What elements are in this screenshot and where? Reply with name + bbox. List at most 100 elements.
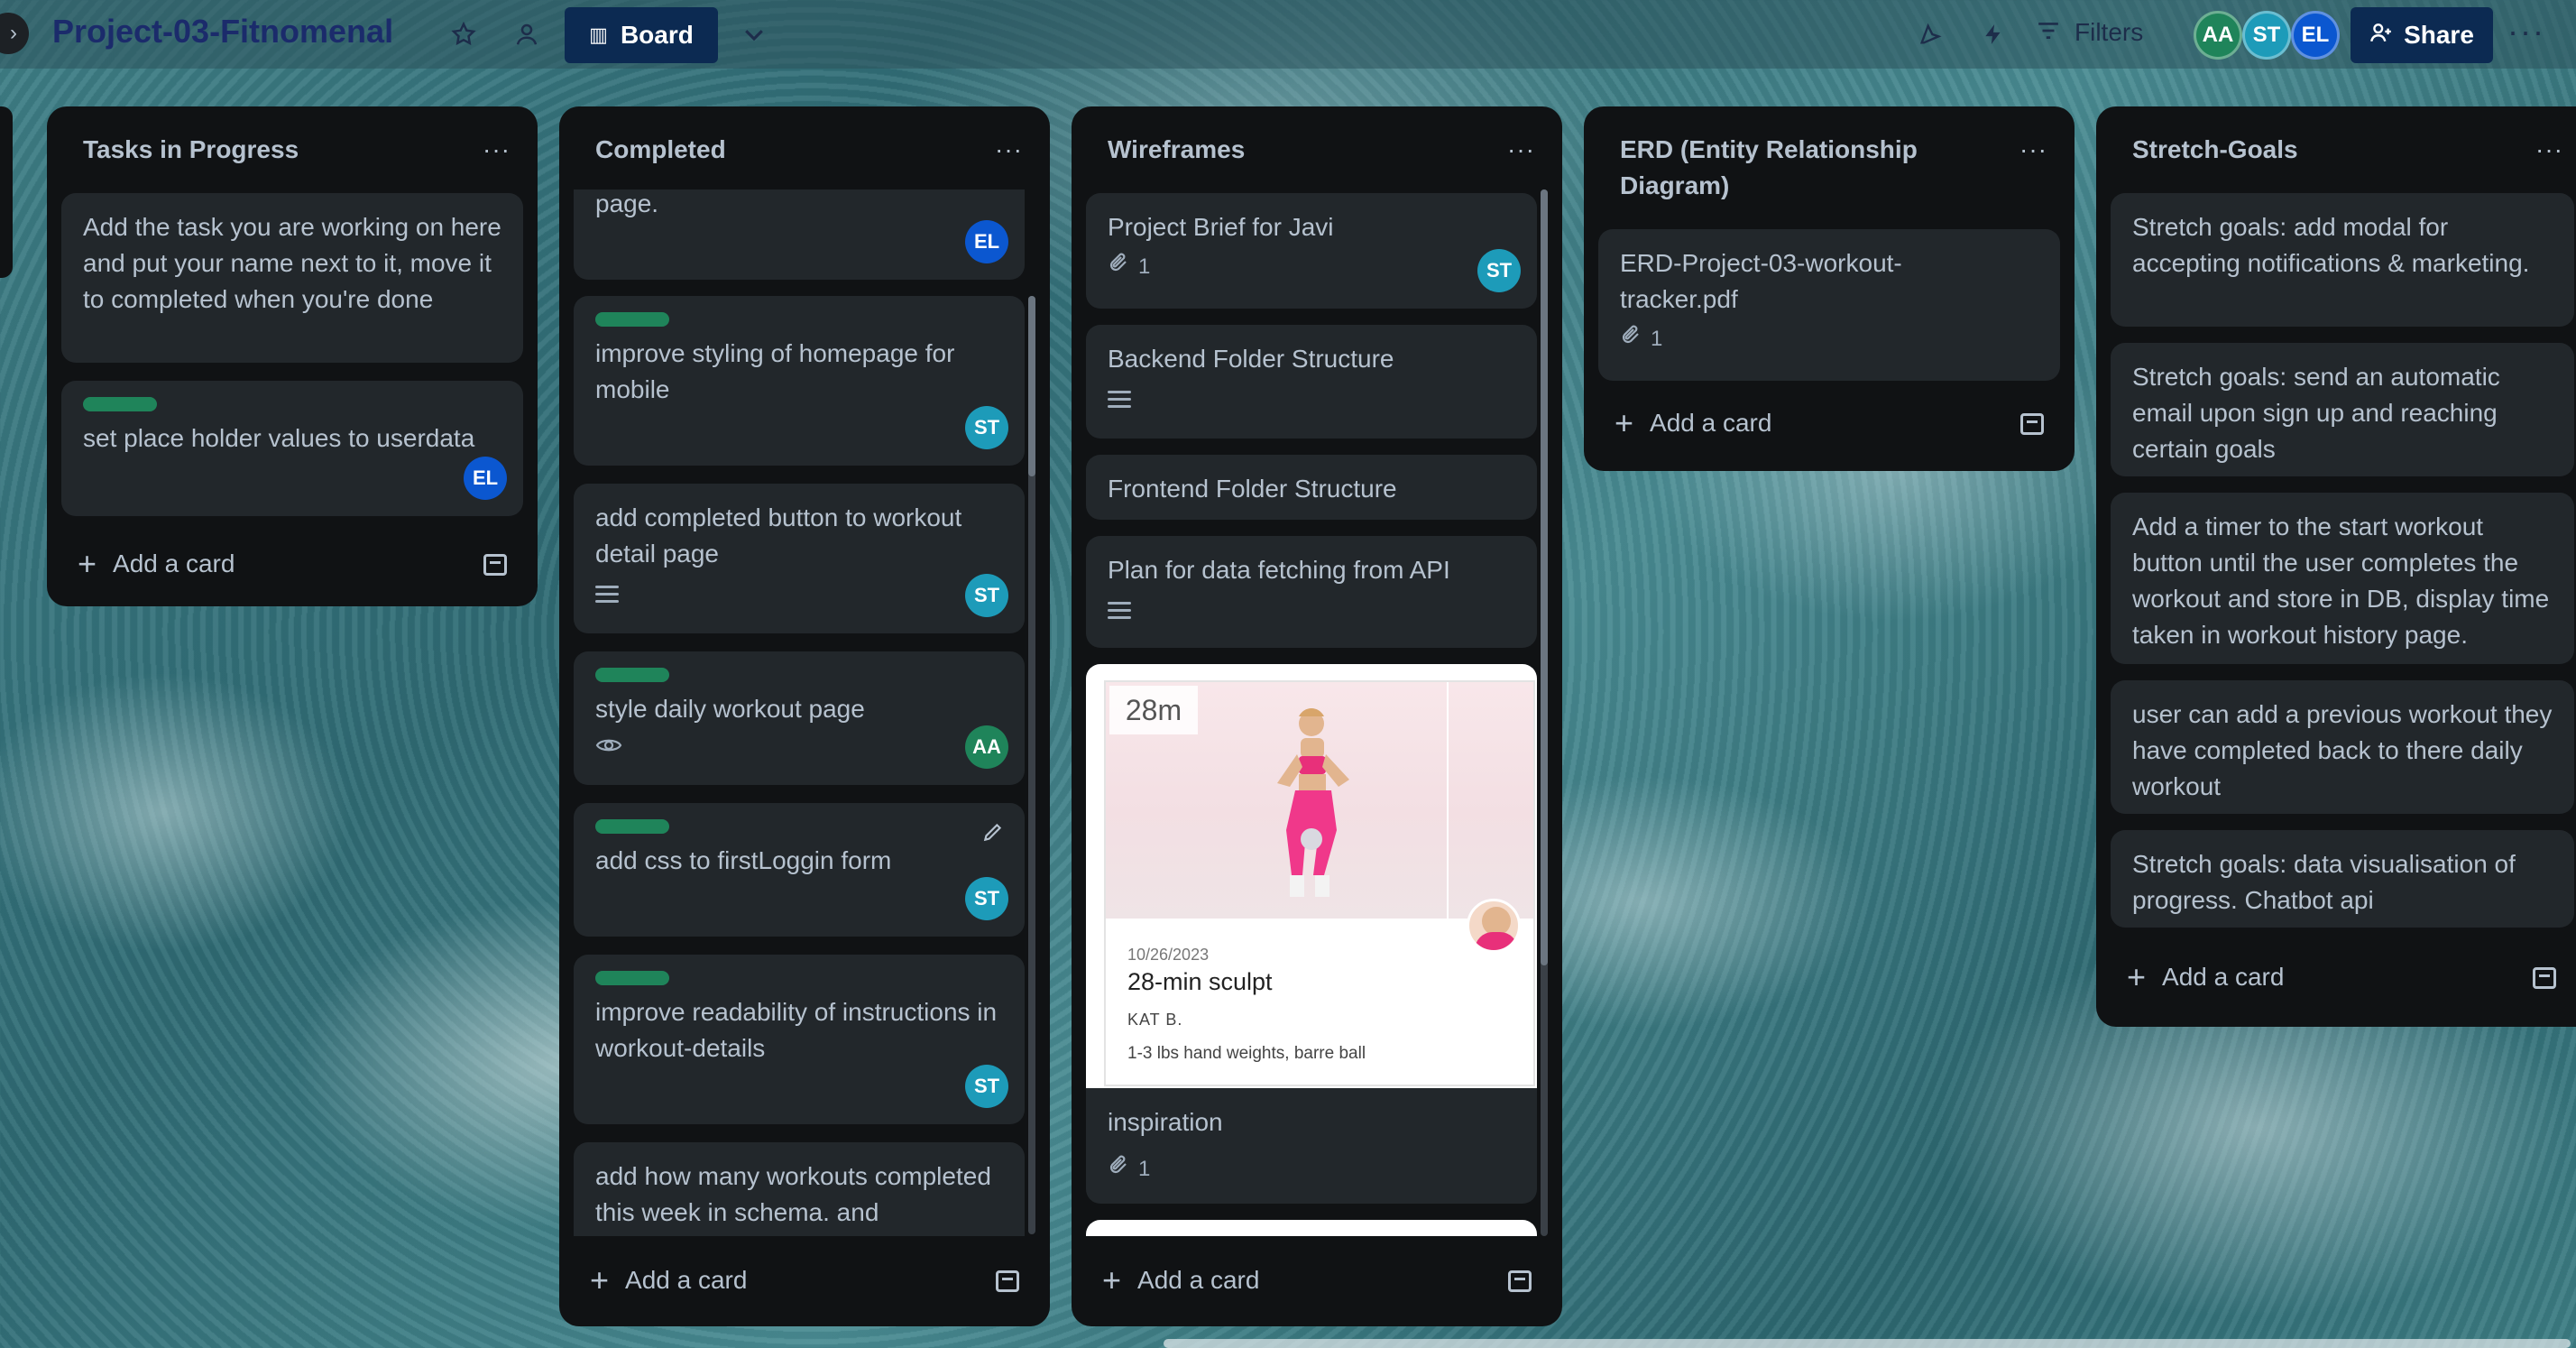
filter-icon bbox=[2037, 18, 2060, 47]
share-label: Share bbox=[2404, 21, 2474, 49]
create-from-template-icon[interactable] bbox=[2020, 413, 2044, 435]
list-menu-icon[interactable]: ··· bbox=[2535, 132, 2563, 168]
list-title[interactable]: Stretch-Goals bbox=[2132, 132, 2298, 168]
card[interactable]: Stretch goals: add modal for accepting n… bbox=[2111, 193, 2574, 327]
power-ups-icon[interactable] bbox=[1912, 16, 1948, 52]
board-menu-icon[interactable]: ··· bbox=[2507, 13, 2545, 51]
card[interactable]: add css to firstLoggin form ST bbox=[574, 803, 1025, 937]
card[interactable]: ERD-Project-03-workout-tracker.pdf 1 bbox=[1598, 229, 2060, 381]
card-member-avatar[interactable]: AA bbox=[965, 725, 1008, 769]
edit-pencil-icon[interactable] bbox=[981, 817, 1005, 854]
card-title: add how many workouts completed this wee… bbox=[595, 1162, 991, 1236]
plus-icon: + bbox=[1102, 1261, 1122, 1298]
card[interactable]: user can add a previous workout they hav… bbox=[2111, 680, 2574, 814]
scrollbar-thumb[interactable] bbox=[1541, 189, 1548, 965]
attachment-icon bbox=[1108, 249, 1129, 285]
card-title: user can add a previous workout they hav… bbox=[2132, 700, 2553, 800]
list-menu-icon[interactable]: ··· bbox=[995, 132, 1023, 168]
member-avatar-st[interactable]: ST bbox=[2242, 11, 2291, 60]
card-title: add css to firstLoggin form bbox=[595, 846, 892, 874]
card-member-avatar[interactable]: ST bbox=[965, 406, 1008, 449]
card[interactable]: page. EL bbox=[574, 189, 1025, 280]
card[interactable]: set place holder values to userdata EL bbox=[61, 381, 523, 516]
card[interactable]: add how many workouts completed this wee… bbox=[574, 1142, 1025, 1236]
add-card-button[interactable]: + Add a card bbox=[590, 1261, 747, 1299]
card-cover-image: 28m 10/26/2023 28-min sculpt KAT B. 1-3 … bbox=[1086, 664, 1537, 1088]
list-scrollbar[interactable] bbox=[1541, 189, 1548, 1236]
chevron-right-icon: › bbox=[10, 21, 17, 45]
card-badges bbox=[1108, 381, 1515, 417]
list-menu-icon[interactable]: ··· bbox=[1507, 132, 1535, 168]
filters-button[interactable]: Filters bbox=[2037, 18, 2143, 47]
card-member-avatar[interactable]: EL bbox=[965, 220, 1008, 263]
member-avatar-aa[interactable]: AA bbox=[2194, 11, 2242, 60]
list-title[interactable]: ERD (Entity Relationship Diagram) bbox=[1620, 132, 1981, 204]
card-member-avatar[interactable]: ST bbox=[965, 1065, 1008, 1108]
board-visibility-icon[interactable] bbox=[509, 16, 545, 52]
card-title: improve styling of homepage for mobile bbox=[595, 339, 955, 403]
card[interactable]: Backend Folder Structure bbox=[1086, 325, 1537, 439]
card-member-avatar[interactable]: EL bbox=[464, 457, 507, 500]
add-card-button[interactable]: + Add a card bbox=[2127, 958, 2284, 996]
card[interactable]: Stretch goals: data visualisation of pro… bbox=[2111, 830, 2574, 928]
chevron-down-icon[interactable] bbox=[736, 16, 772, 52]
description-icon bbox=[1108, 390, 1131, 408]
board-title[interactable]: Project-03-Fitnomenal bbox=[52, 13, 393, 51]
card-badges: 1 bbox=[1108, 249, 1515, 285]
card-badges bbox=[595, 576, 1003, 612]
card-with-cover[interactable]: 28m 10/26/2023 28-min sculpt KAT B. 1-3 … bbox=[1086, 664, 1537, 1204]
description-icon bbox=[595, 585, 619, 603]
add-card-button[interactable]: + Add a card bbox=[1615, 404, 1771, 442]
add-card-label: Add a card bbox=[1650, 409, 1772, 437]
card-label bbox=[83, 397, 157, 411]
list-title[interactable]: Completed bbox=[595, 132, 726, 168]
expand-sidebar-button[interactable]: › bbox=[0, 13, 29, 54]
card[interactable]: Frontend Folder Structure bbox=[1086, 455, 1537, 520]
list-header: Stretch-Goals ··· bbox=[2116, 106, 2576, 189]
plus-icon: + bbox=[78, 545, 97, 582]
card[interactable]: improve styling of homepage for mobile S… bbox=[574, 296, 1025, 466]
card[interactable]: Project Brief for Javi 1 ST bbox=[1086, 193, 1537, 309]
create-from-template-icon[interactable] bbox=[1508, 1270, 1532, 1292]
list-cards-scroll-area[interactable]: page. EL improve styling of homepage for… bbox=[574, 189, 1025, 1236]
attachment-icon bbox=[1620, 321, 1642, 357]
create-from-template-icon[interactable] bbox=[483, 554, 507, 576]
create-from-template-icon[interactable] bbox=[2533, 967, 2556, 989]
attachment-count: 1 bbox=[1138, 254, 1151, 279]
card[interactable]: Stretch goals: send an automatic email u… bbox=[2111, 343, 2574, 476]
star-icon[interactable] bbox=[446, 16, 482, 52]
create-from-template-icon[interactable] bbox=[996, 1270, 1019, 1292]
duration-badge: 28m bbox=[1109, 686, 1198, 734]
add-card-button[interactable]: + Add a card bbox=[78, 545, 235, 583]
workout-figure-icon bbox=[1277, 708, 1349, 897]
card-badges bbox=[1108, 592, 1515, 628]
list-cards-scroll-area[interactable]: Project Brief for Javi 1 ST Backend Fold… bbox=[1086, 189, 1537, 1236]
list-title[interactable]: Tasks in Progress bbox=[83, 132, 299, 168]
list-title[interactable]: Wireframes bbox=[1108, 132, 1245, 168]
board-horizontal-scrollbar[interactable] bbox=[1164, 1339, 2571, 1348]
card-member-avatar[interactable]: ST bbox=[965, 877, 1008, 920]
card-with-cover[interactable] bbox=[1086, 1220, 1537, 1236]
add-card-label: Add a card bbox=[1137, 1266, 1260, 1294]
card[interactable]: add completed button to workout detail p… bbox=[574, 484, 1025, 633]
card[interactable]: Add a timer to the start workout button … bbox=[2111, 493, 2574, 664]
list-menu-icon[interactable]: ··· bbox=[483, 132, 511, 168]
card[interactable]: style daily workout page AA bbox=[574, 651, 1025, 785]
list-tasks-in-progress: Tasks in Progress ··· Add the task you a… bbox=[47, 106, 538, 606]
board-view-button[interactable]: ▥ Board bbox=[565, 7, 718, 63]
list-menu-icon[interactable]: ··· bbox=[2019, 132, 2047, 168]
card-label bbox=[595, 971, 669, 985]
share-button[interactable]: Share bbox=[2351, 7, 2493, 63]
card[interactable]: Plan for data fetching from API bbox=[1086, 536, 1537, 648]
card-member-avatar[interactable]: ST bbox=[1477, 249, 1521, 292]
card-member-avatar[interactable]: ST bbox=[965, 574, 1008, 617]
card[interactable]: Add the task you are working on here and… bbox=[61, 193, 523, 363]
automation-icon[interactable] bbox=[1975, 16, 2011, 52]
plus-icon: + bbox=[1615, 404, 1634, 441]
member-avatar-el[interactable]: EL bbox=[2291, 11, 2340, 60]
card[interactable]: improve readability of instructions in w… bbox=[574, 955, 1025, 1124]
workout-title: 28-min sculpt bbox=[1127, 968, 1273, 995]
scrollbar-thumb[interactable] bbox=[1028, 296, 1035, 476]
add-card-button[interactable]: + Add a card bbox=[1102, 1261, 1259, 1299]
list-scrollbar[interactable] bbox=[1028, 296, 1035, 1234]
